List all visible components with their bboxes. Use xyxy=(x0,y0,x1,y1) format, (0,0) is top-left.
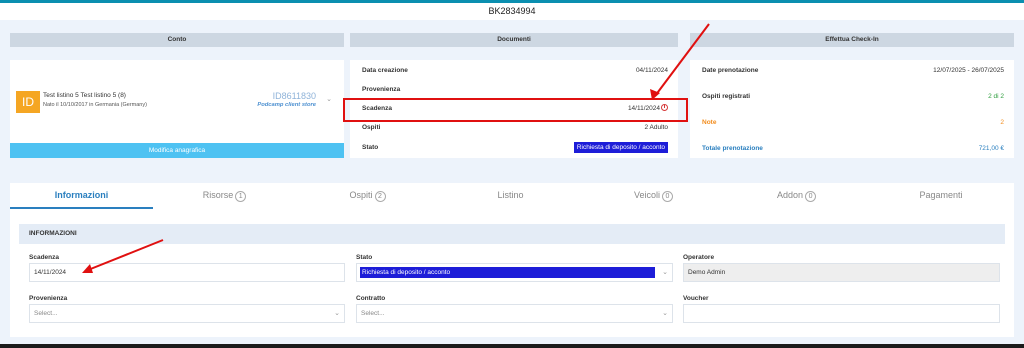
annotation-arrow-line xyxy=(654,23,710,97)
annotation-arrowhead xyxy=(82,264,93,273)
annotation-arrow-line xyxy=(87,239,164,271)
annotation-arrows xyxy=(82,23,710,273)
